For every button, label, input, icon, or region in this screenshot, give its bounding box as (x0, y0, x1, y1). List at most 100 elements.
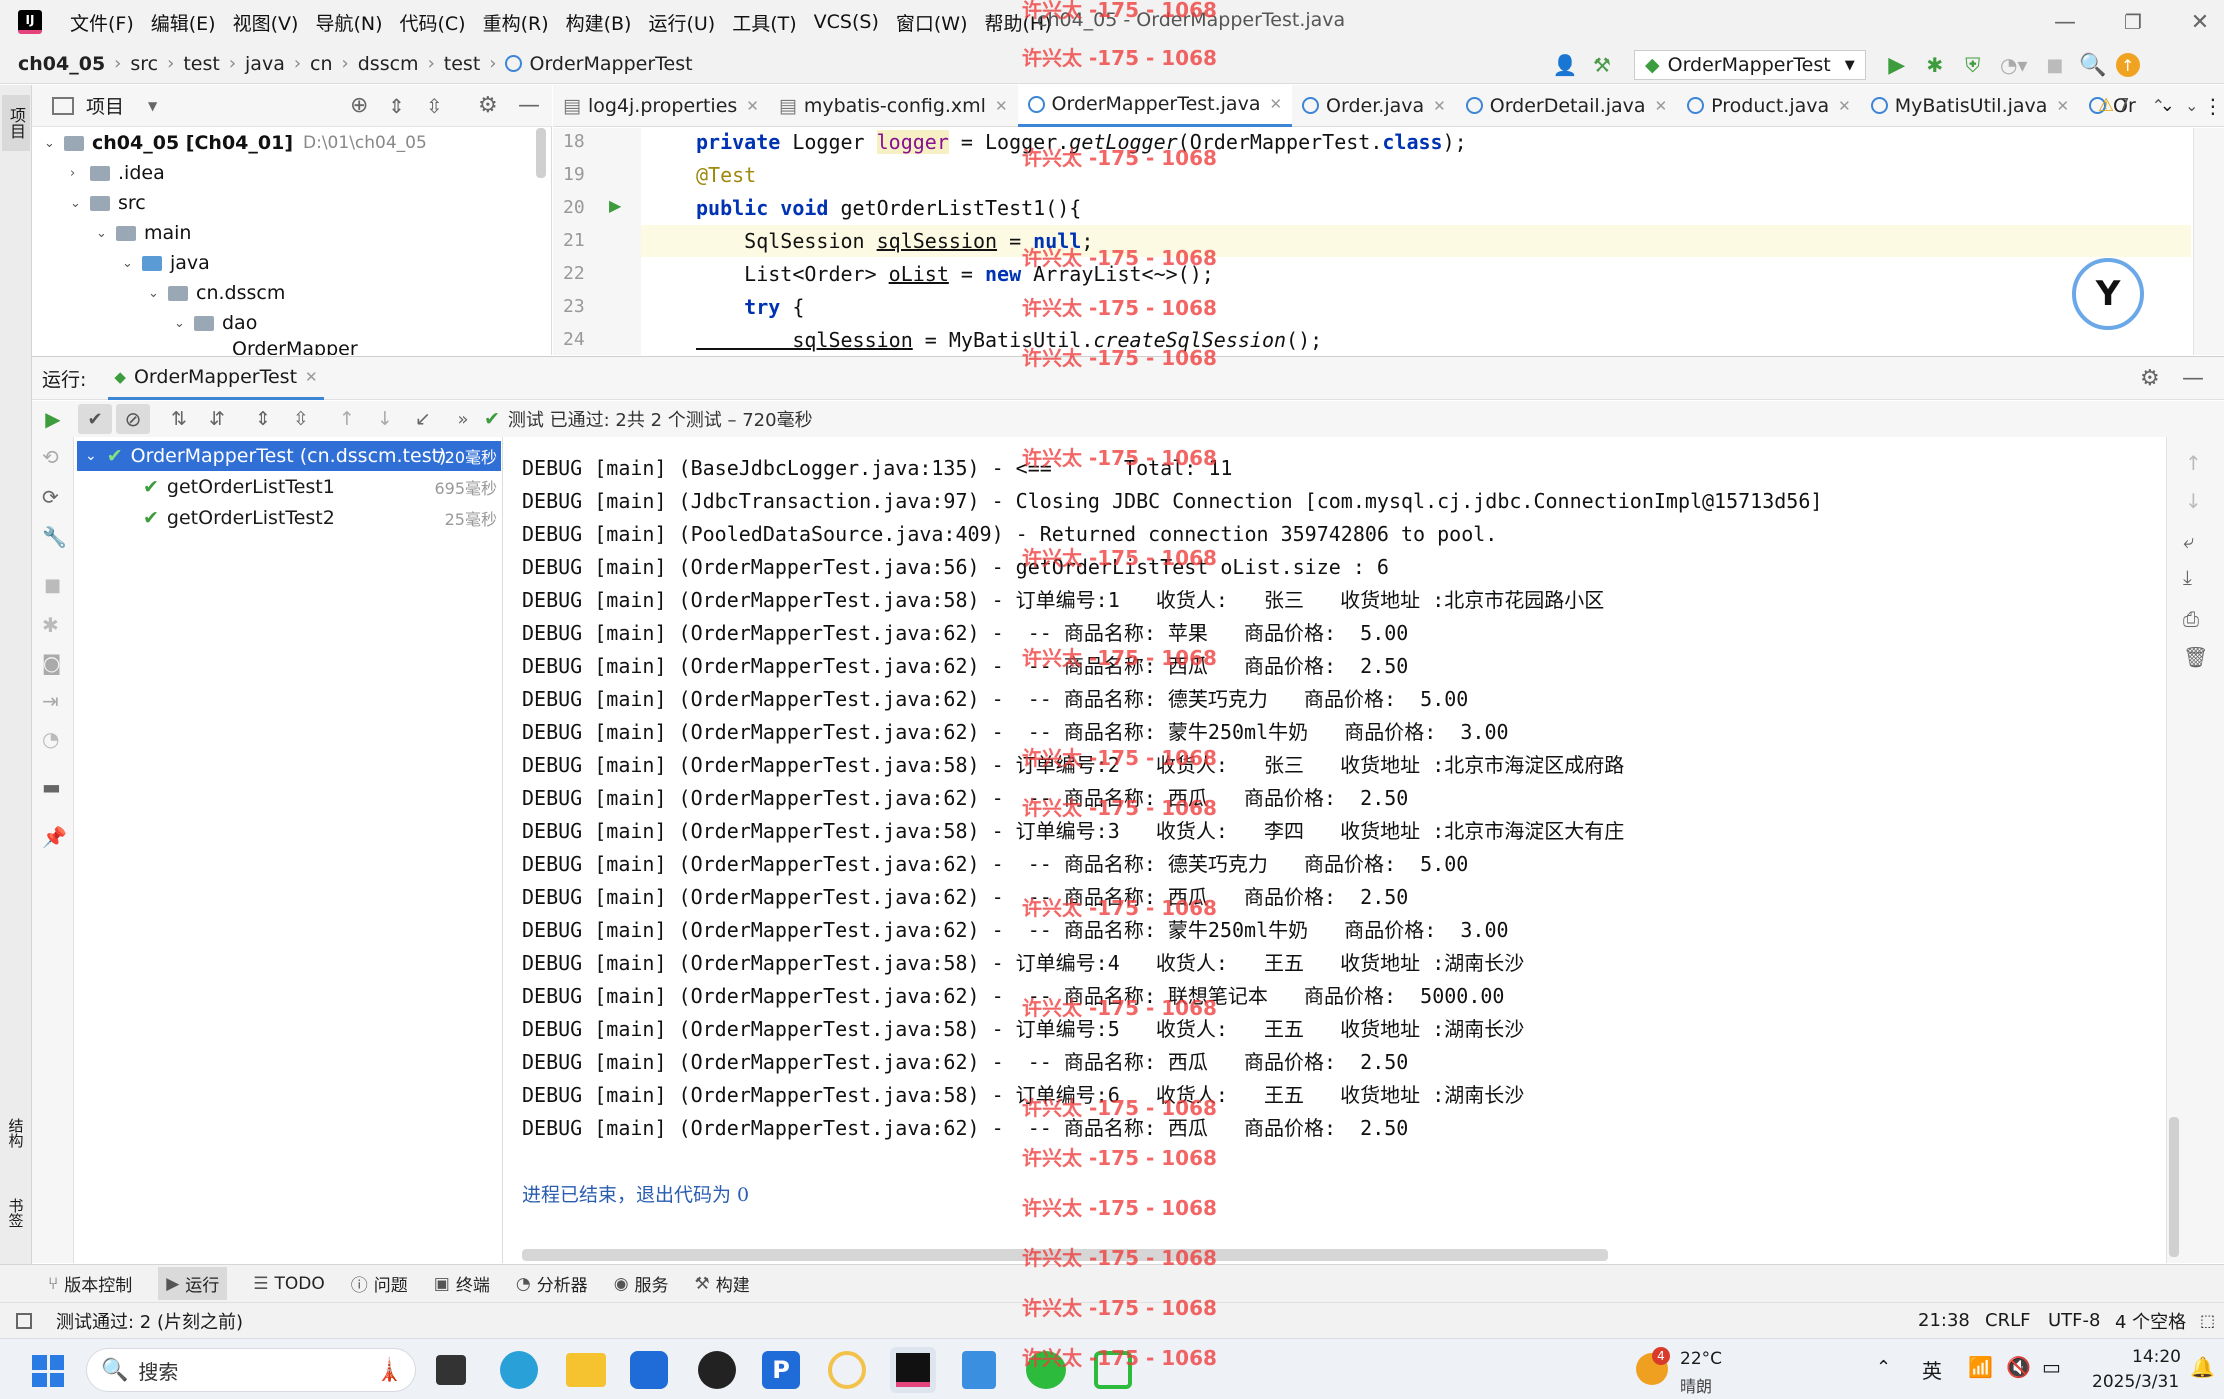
tool-window-button[interactable]: ⚒ 构建 (695, 1271, 750, 1297)
project-tool-button[interactable]: 项目 (2, 95, 30, 151)
test-case-row[interactable]: ✔ getOrderListTest1 695毫秒 (77, 472, 501, 502)
close-icon[interactable]: ✕ (1433, 97, 1446, 115)
intellij-logo-icon[interactable]: IJ (18, 10, 42, 34)
notification-icon[interactable]: 🔔 (2190, 1355, 2215, 1379)
up-arrow-icon[interactable]: ↑ (2185, 451, 2202, 475)
taskbar-search[interactable]: 🔍 搜索 🗼 (86, 1348, 416, 1392)
tool-window-button[interactable]: ⓘ 问题 (351, 1271, 408, 1296)
tree-item-java[interactable]: ⌄ java (122, 248, 210, 278)
menu-item[interactable]: 重构(R) (483, 9, 549, 36)
show-ignored-icon[interactable]: ⊘ (116, 404, 150, 434)
project-panel-title[interactable]: 项目 (86, 92, 124, 119)
line-separator[interactable]: CRLF (1985, 1310, 2030, 1331)
tree-item-ordermapper[interactable]: OrderMapper (232, 338, 358, 355)
hide-panel-icon[interactable]: — (2182, 366, 2204, 391)
trash-icon[interactable]: 🗑 (2183, 645, 2208, 669)
status-message[interactable]: 测试通过: 2 (片刻之前) (56, 1308, 243, 1334)
rerun-failed-icon[interactable]: ⟲ (42, 445, 59, 469)
tool-window-button[interactable]: ☰ TODO (253, 1274, 325, 1294)
user-icon[interactable]: 👤 (1548, 53, 1582, 77)
close-icon[interactable]: ✕ (1269, 95, 1282, 113)
pin-icon[interactable]: 📌 (42, 825, 67, 849)
collapse-all-icon[interactable]: ⇳ (426, 94, 443, 118)
console-vscroll-thumb[interactable] (2169, 1117, 2179, 1257)
breadcrumb-item[interactable]: java (245, 53, 285, 75)
stop-icon[interactable]: ■ (2036, 55, 2074, 76)
qq-icon[interactable] (698, 1351, 736, 1389)
coverage-icon[interactable]: ◔ (42, 727, 59, 751)
show-passed-icon[interactable]: ✔ (78, 404, 112, 434)
chevron-down-icon[interactable]: ⌄ (2185, 96, 2198, 115)
close-icon[interactable]: ✕ (746, 97, 759, 115)
chevron-down-icon[interactable]: ▼ (148, 99, 157, 113)
stop-icon[interactable]: ■ (44, 575, 61, 596)
tree-item-main[interactable]: ⌄ main (96, 218, 191, 248)
tool-window-button[interactable]: ⑂ 版本控制 (48, 1271, 132, 1297)
editor-inspections[interactable]: ⚠ 7 ⌃ ⌄ (2098, 95, 2198, 116)
indent-setting[interactable]: 4 个空格 (2115, 1308, 2186, 1334)
prev-failed-icon[interactable]: ↑ (328, 408, 366, 430)
editor-tab[interactable]: Product.java ✕ (1677, 85, 1861, 127)
minimize-icon[interactable]: — (2050, 8, 2080, 36)
debug-icon[interactable]: ✱ (42, 613, 59, 637)
menu-item[interactable]: VCS(S) (814, 11, 879, 33)
project-scrollbar[interactable] (536, 128, 546, 178)
tree-item-dao[interactable]: ⌄ dao (174, 308, 257, 338)
tool-window-button[interactable]: ▶ 运行 (158, 1267, 228, 1300)
menu-item[interactable]: 编辑(E) (151, 9, 216, 36)
breadcrumb-item[interactable]: dsscm (358, 53, 419, 75)
menu-item[interactable]: 文件(F) (70, 9, 134, 36)
profile-icon[interactable]: ◔▾ (1992, 53, 2036, 77)
scroll-to-end-icon[interactable]: ⤓ (2183, 565, 2192, 589)
gear-icon[interactable]: ⚙ (478, 93, 498, 118)
wifi-icon[interactable]: 📶 (1968, 1355, 1993, 1379)
print-icon[interactable]: ⎙ (2183, 607, 2199, 631)
task-view-icon[interactable] (436, 1355, 466, 1385)
run-icon[interactable]: ▶ (1878, 53, 1916, 78)
lock-icon[interactable]: ⬚ (2200, 1311, 2215, 1330)
ime-indicator[interactable]: 英 (1922, 1355, 1942, 1384)
gear-icon[interactable]: ⚙ (2140, 366, 2160, 391)
sort-alpha-icon[interactable]: ⇅ (160, 408, 198, 430)
windows-start-icon[interactable] (32, 1355, 64, 1387)
hammer-icon[interactable]: ⚒ (1582, 53, 1622, 77)
chevron-up-icon[interactable]: ⌃ (1876, 1357, 1891, 1378)
tool-window-button[interactable]: ▣ 终端 (434, 1271, 490, 1297)
sort-duration-icon[interactable]: ⇵ (198, 408, 236, 430)
test-suite-row[interactable]: ⌄ ✔ OrderMapperTest (cn.dsscm.test) 720毫… (77, 441, 501, 471)
intellij-taskbar-icon[interactable] (890, 1347, 936, 1393)
breadcrumb-item[interactable]: src (130, 53, 158, 75)
menu-item[interactable]: 工具(T) (732, 9, 796, 36)
app-blue-icon[interactable] (630, 1351, 668, 1389)
breadcrumb-item[interactable]: test (444, 53, 481, 75)
hide-panel-icon[interactable]: — (518, 93, 540, 118)
wrench-icon[interactable]: 🔧 (42, 525, 67, 549)
update-icon[interactable]: ↑ (2115, 53, 2140, 77)
debug-icon[interactable]: ✱ (1916, 53, 1954, 77)
coverage-icon[interactable]: ⛨ (1954, 53, 1992, 77)
tree-item-cn-dsscm[interactable]: ⌄ cn.dsscm (148, 278, 285, 308)
menu-item[interactable]: 运行(U) (648, 9, 715, 36)
close-icon[interactable]: ✕ (1655, 97, 1668, 115)
next-failed-icon[interactable]: ↓ (366, 408, 404, 430)
chevron-up-icon[interactable]: ⌃ (2152, 96, 2165, 115)
breadcrumb-item[interactable]: ch04_05 (18, 53, 105, 75)
close-icon[interactable]: ✕ (2056, 97, 2069, 115)
run-tab[interactable]: ◆ OrderMapperTest ✕ (108, 356, 324, 400)
close-icon[interactable]: ✕ (995, 97, 1008, 115)
editor-tab[interactable]: OrderDetail.java ✕ (1456, 85, 1677, 127)
camera-icon[interactable]: ◙ (42, 651, 61, 675)
expand-all-icon[interactable]: ⇕ (244, 408, 282, 430)
clock-date[interactable]: 2025/3/31 (2092, 1372, 2179, 1392)
bookmarks-tool-button[interactable]: 书签 (2, 1185, 30, 1241)
breadcrumb-item[interactable]: OrderMapperTest (529, 53, 692, 75)
menu-item[interactable]: 代码(C) (399, 9, 465, 36)
breadcrumb-item[interactable]: test (183, 53, 220, 75)
test-case-row[interactable]: ✔ getOrderListTest2 25毫秒 (77, 503, 501, 533)
edge-icon[interactable] (500, 1351, 538, 1389)
more-icon[interactable]: » (448, 409, 478, 430)
app-yellow-icon[interactable] (828, 1351, 866, 1389)
search-icon[interactable]: 🔍 (2074, 53, 2112, 78)
app-p-icon[interactable]: P (762, 1351, 800, 1389)
menu-item[interactable]: 导航(N) (315, 9, 382, 36)
